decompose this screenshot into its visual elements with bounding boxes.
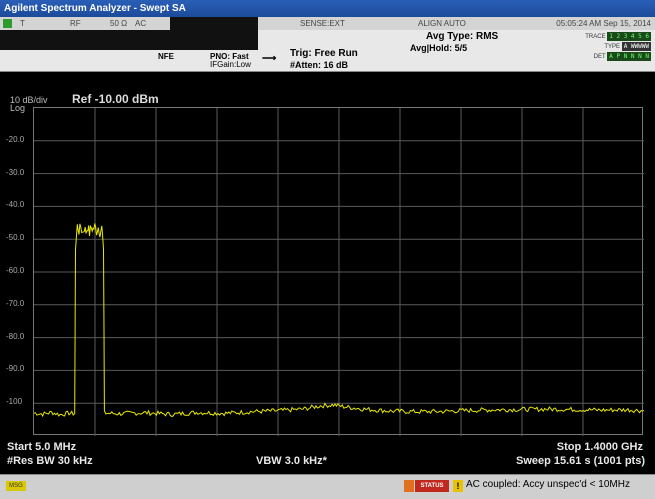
- coupling-label: AC: [135, 19, 147, 28]
- spectrum-plot: [34, 108, 644, 436]
- status-button[interactable]: STATUS: [415, 480, 449, 492]
- trace-value: 1 2 3 4 5 6: [607, 32, 651, 41]
- sweep-time: Sweep 15.61 s (1001 pts): [515, 455, 645, 467]
- nfe-label: NFE: [158, 52, 174, 61]
- avg-type-label: Avg Type: RMS: [426, 31, 499, 42]
- det-value: A P N N N N: [607, 52, 651, 61]
- window-title: Agilent Spectrum Analyzer - Swept SA: [4, 3, 186, 14]
- type-value: A WWWWW: [621, 42, 651, 51]
- run-indicator-icon: [3, 19, 12, 28]
- ifgain-label: IFGain:Low: [210, 60, 251, 69]
- y-tick-label: -20.0: [6, 134, 25, 144]
- impedance-label: 50 Ω: [110, 19, 128, 28]
- settings-dark-block: [0, 30, 258, 50]
- rf-input-label: RF: [70, 19, 81, 28]
- y-tick-label: -40.0: [6, 200, 25, 210]
- y-tick-label: -60.0: [6, 266, 25, 275]
- resolution-bandwidth: #Res BW 30 kHz: [7, 455, 93, 467]
- reference-level: Ref -10.00 dBm: [72, 92, 159, 106]
- status-icon: [404, 480, 414, 492]
- trace-label: TRACE: [585, 34, 606, 40]
- video-bandwidth: VBW 3.0 kHz*: [256, 455, 327, 467]
- sense-label: SENSE:EXT: [300, 19, 345, 28]
- status-strip: T RF 50 Ω AC SENSE:EXT ALIGN AUTO 05:05:…: [0, 17, 655, 30]
- graticule[interactable]: [33, 107, 644, 436]
- trigger-arrow-icon: ⟶: [262, 53, 277, 64]
- type-label: TYPE: [604, 44, 621, 50]
- status-dark-block: [170, 17, 258, 30]
- y-tick-label: -70.0: [6, 298, 25, 308]
- window-title-bar: Agilent Spectrum Analyzer - Swept SA: [0, 0, 655, 17]
- message-bar: MSG STATUS ! AC coupled: Accy unspec'd <…: [0, 474, 655, 499]
- y-tick-label: -50.0: [6, 233, 25, 243]
- warning-icon: !: [453, 480, 463, 492]
- y-tick-label: -30.0: [6, 167, 25, 177]
- settings-panel: NFE PNO: Fast IFGain:Low ⟶ Trig: Free Ru…: [0, 30, 655, 72]
- start-frequency: Start 5.0 MHz: [7, 441, 77, 453]
- trigger-label: Trig: Free Run: [290, 48, 358, 59]
- y-tick-label: -80.0: [6, 331, 25, 341]
- msg-button[interactable]: MSG: [6, 481, 26, 491]
- trace-info-block: TRACE 1 2 3 4 5 6 TYPE A WWWWW DET A P N…: [581, 32, 651, 62]
- scale-type: Log: [10, 103, 26, 113]
- status-message: AC coupled: Accy unspec'd < 10MHz: [466, 479, 630, 490]
- align-label: ALIGN AUTO: [418, 19, 466, 28]
- y-tick-label: -100: [6, 397, 23, 407]
- stop-frequency: Stop 1.4000 GHz: [556, 441, 643, 453]
- y-tick-label: -90.0: [6, 364, 25, 374]
- trigger-indicator: T: [20, 19, 25, 28]
- avg-hold-label: Avg|Hold: 5/5: [410, 43, 468, 53]
- atten-label: #Atten: 16 dB: [290, 60, 349, 70]
- timestamp: 05:05:24 AM Sep 15, 2014: [556, 19, 651, 28]
- det-label: DET: [593, 54, 606, 60]
